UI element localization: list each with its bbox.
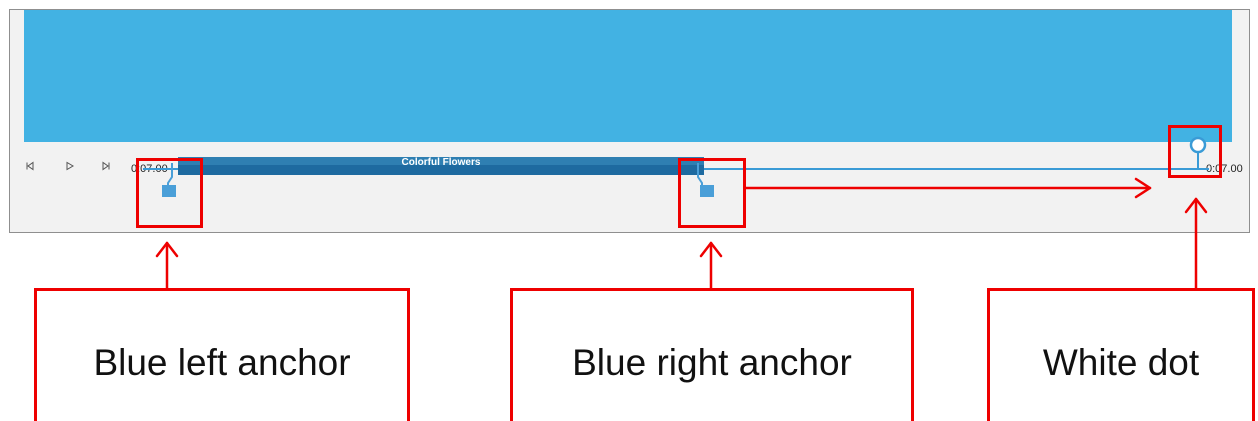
callout-white-dot: White dot [987,288,1255,421]
annotated-screenshot: 0:07.00 0:07.00 Colorful Flowers [0,0,1258,421]
callout-right-anchor: Blue right anchor [510,288,914,421]
callout-white-dot-text: White dot [1042,342,1200,383]
callout-left-anchor-text: Blue left anchor [93,342,351,383]
callout-left-anchor: Blue left anchor [34,288,410,421]
callout-right-anchor-text: Blue right anchor [572,342,852,383]
